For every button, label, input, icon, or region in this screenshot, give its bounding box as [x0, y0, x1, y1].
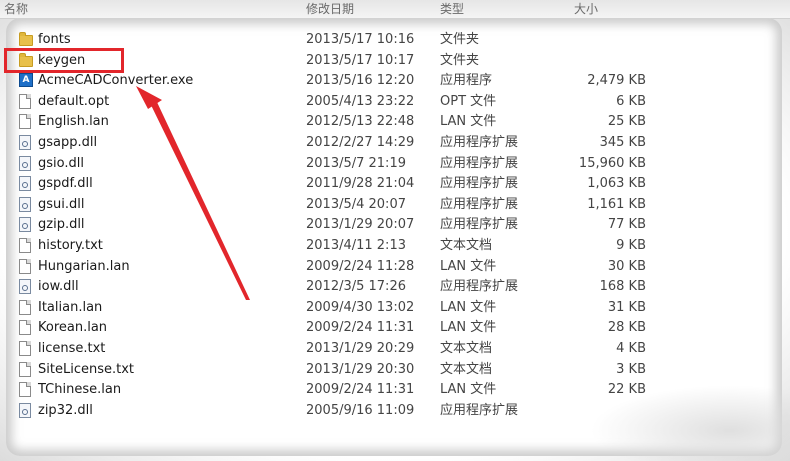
arrow-shaft: [150, 100, 250, 300]
annotation-arrow: [136, 86, 250, 300]
explorer-window: 名称 修改日期 类型 大小 fonts 2013/5/17 10:16 文件夹 key…: [0, 0, 790, 461]
